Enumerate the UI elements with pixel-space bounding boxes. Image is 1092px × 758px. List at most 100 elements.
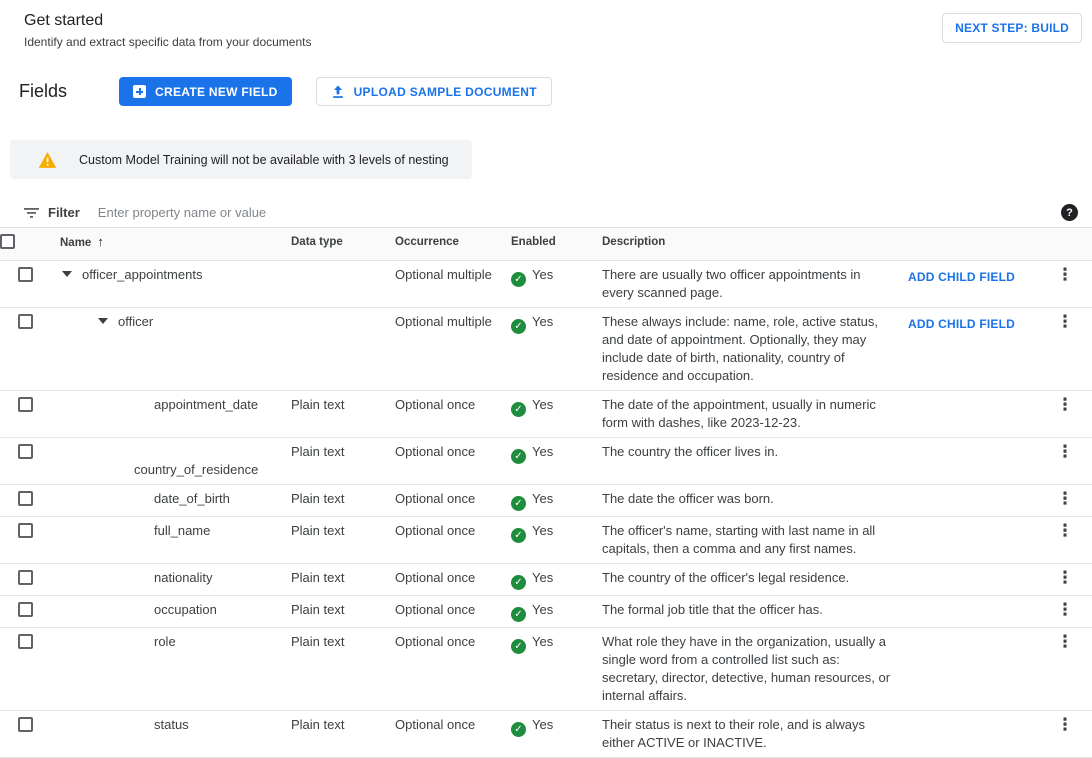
help-icon[interactable]: ? bbox=[1061, 204, 1078, 221]
data-type-cell: Plain text bbox=[291, 438, 395, 484]
row-overflow-menu-icon[interactable]: ⋮ bbox=[1057, 569, 1074, 587]
data-type-cell: Plain text bbox=[291, 711, 395, 757]
next-step-build-button[interactable]: NEXT STEP: BUILD bbox=[942, 13, 1082, 43]
collapse-chevron-icon[interactable] bbox=[98, 318, 108, 324]
row-checkbox[interactable] bbox=[18, 491, 33, 506]
row-menu-cell: ⋮ bbox=[1048, 391, 1092, 437]
row-actions-cell bbox=[908, 438, 1048, 484]
enabled-value: Yes bbox=[532, 602, 553, 617]
row-checkbox[interactable] bbox=[18, 444, 33, 459]
create-new-field-button[interactable]: CREATE NEW FIELD bbox=[119, 77, 292, 106]
add-box-icon bbox=[133, 85, 146, 98]
row-checkbox[interactable] bbox=[18, 523, 33, 538]
row-overflow-menu-icon[interactable]: ⋮ bbox=[1057, 266, 1074, 284]
enabled-check-icon: ✓ bbox=[511, 575, 526, 590]
row-checkbox[interactable] bbox=[18, 267, 33, 282]
add-child-field-link[interactable]: ADD CHILD FIELD bbox=[908, 270, 1015, 284]
description-cell: Their status is next to their role, and … bbox=[602, 711, 908, 757]
table-row: occupationPlain textOptional once✓YesThe… bbox=[0, 596, 1092, 628]
row-actions-cell bbox=[908, 711, 1048, 757]
select-all-cell bbox=[0, 228, 60, 260]
row-actions-cell: ADD CHILD FIELD bbox=[908, 261, 1048, 307]
row-actions-cell bbox=[908, 628, 1048, 710]
table-header: Name↑ Data type Occurrence Enabled Descr… bbox=[0, 228, 1092, 261]
row-checkbox-cell bbox=[0, 564, 60, 595]
enabled-value: Yes bbox=[532, 397, 553, 412]
field-name-cell: occupation bbox=[60, 596, 291, 627]
data-type-cell: Plain text bbox=[291, 517, 395, 563]
sort-ascending-icon[interactable]: ↑ bbox=[97, 234, 104, 249]
table-row: country_of_residencePlain textOptional o… bbox=[0, 438, 1092, 485]
row-overflow-menu-icon[interactable]: ⋮ bbox=[1057, 490, 1074, 508]
row-checkbox[interactable] bbox=[18, 602, 33, 617]
field-name: appointment_date bbox=[154, 397, 258, 412]
row-checkbox[interactable] bbox=[18, 397, 33, 412]
field-name: full_name bbox=[154, 523, 210, 538]
description-cell: The officer's name, starting with last n… bbox=[602, 517, 908, 563]
row-overflow-menu-icon[interactable]: ⋮ bbox=[1057, 396, 1074, 414]
enabled-value: Yes bbox=[532, 523, 553, 538]
enabled-check-icon: ✓ bbox=[511, 496, 526, 511]
upload-sample-document-button[interactable]: UPLOAD SAMPLE DOCUMENT bbox=[316, 77, 552, 106]
row-overflow-menu-icon[interactable]: ⋮ bbox=[1057, 601, 1074, 619]
data-type-cell: Plain text bbox=[291, 391, 395, 437]
filter-icon bbox=[24, 207, 39, 219]
row-checkbox-cell bbox=[0, 628, 60, 710]
add-child-field-link[interactable]: ADD CHILD FIELD bbox=[908, 317, 1015, 331]
occurrence-cell: Optional once bbox=[395, 596, 511, 627]
occurrence-cell: Optional once bbox=[395, 628, 511, 710]
row-overflow-menu-icon[interactable]: ⋮ bbox=[1057, 313, 1074, 331]
description-cell: The country of the officer's legal resid… bbox=[602, 564, 908, 595]
description-cell: The country the officer lives in. bbox=[602, 438, 908, 484]
row-menu-cell: ⋮ bbox=[1048, 564, 1092, 595]
row-checkbox-cell bbox=[0, 391, 60, 437]
description-cell: The formal job title that the officer ha… bbox=[602, 596, 908, 627]
row-checkbox-cell bbox=[0, 438, 60, 484]
table-row: officer_appointmentsOptional multiple✓Ye… bbox=[0, 261, 1092, 308]
row-checkbox-cell bbox=[0, 261, 60, 307]
data-type-cell: Plain text bbox=[291, 628, 395, 710]
row-overflow-menu-icon[interactable]: ⋮ bbox=[1057, 522, 1074, 540]
field-name-cell: officer_appointments bbox=[60, 261, 291, 307]
row-overflow-menu-icon[interactable]: ⋮ bbox=[1057, 443, 1074, 461]
field-name: officer_appointments bbox=[82, 267, 202, 282]
create-new-field-label: CREATE NEW FIELD bbox=[155, 85, 278, 99]
data-type-cell: Plain text bbox=[291, 485, 395, 516]
enabled-value: Yes bbox=[532, 570, 553, 585]
row-checkbox-cell bbox=[0, 596, 60, 627]
data-type-cell bbox=[291, 308, 395, 390]
page-header: Get started Identify and extract specifi… bbox=[0, 0, 1092, 55]
collapse-chevron-icon[interactable] bbox=[62, 271, 72, 277]
enabled-check-icon: ✓ bbox=[511, 639, 526, 654]
select-all-checkbox[interactable] bbox=[0, 234, 15, 249]
row-overflow-menu-icon[interactable]: ⋮ bbox=[1057, 716, 1074, 734]
row-checkbox-cell bbox=[0, 711, 60, 757]
enabled-cell: ✓Yes bbox=[511, 596, 602, 627]
row-actions-cell: ADD CHILD FIELD bbox=[908, 308, 1048, 390]
enabled-cell: ✓Yes bbox=[511, 261, 602, 307]
row-checkbox[interactable] bbox=[18, 570, 33, 585]
filter-input[interactable] bbox=[96, 204, 1061, 221]
enabled-check-icon: ✓ bbox=[511, 272, 526, 287]
table-body: officer_appointmentsOptional multiple✓Ye… bbox=[0, 261, 1092, 758]
enabled-check-icon: ✓ bbox=[511, 449, 526, 464]
column-header-enabled: Enabled bbox=[511, 228, 602, 260]
row-checkbox[interactable] bbox=[18, 717, 33, 732]
row-checkbox-cell bbox=[0, 308, 60, 390]
column-header-name-cell: Name ↑ bbox=[60, 228, 291, 260]
data-type-cell: Plain text bbox=[291, 596, 395, 627]
row-checkbox[interactable] bbox=[18, 314, 33, 329]
column-header-name[interactable]: Name bbox=[60, 237, 91, 249]
warning-banner: Custom Model Training will not be availa… bbox=[10, 140, 472, 179]
column-header-description: Description bbox=[602, 228, 908, 260]
row-overflow-menu-icon[interactable]: ⋮ bbox=[1057, 633, 1074, 651]
enabled-check-icon: ✓ bbox=[511, 319, 526, 334]
row-actions-cell bbox=[908, 485, 1048, 516]
description-cell: The date of the appointment, usually in … bbox=[602, 391, 908, 437]
field-name: country_of_residence bbox=[134, 462, 258, 477]
description-cell: What role they have in the organization,… bbox=[602, 628, 908, 710]
enabled-check-icon: ✓ bbox=[511, 528, 526, 543]
field-name: status bbox=[154, 717, 189, 732]
row-checkbox[interactable] bbox=[18, 634, 33, 649]
page-title: Get started bbox=[24, 12, 1068, 30]
